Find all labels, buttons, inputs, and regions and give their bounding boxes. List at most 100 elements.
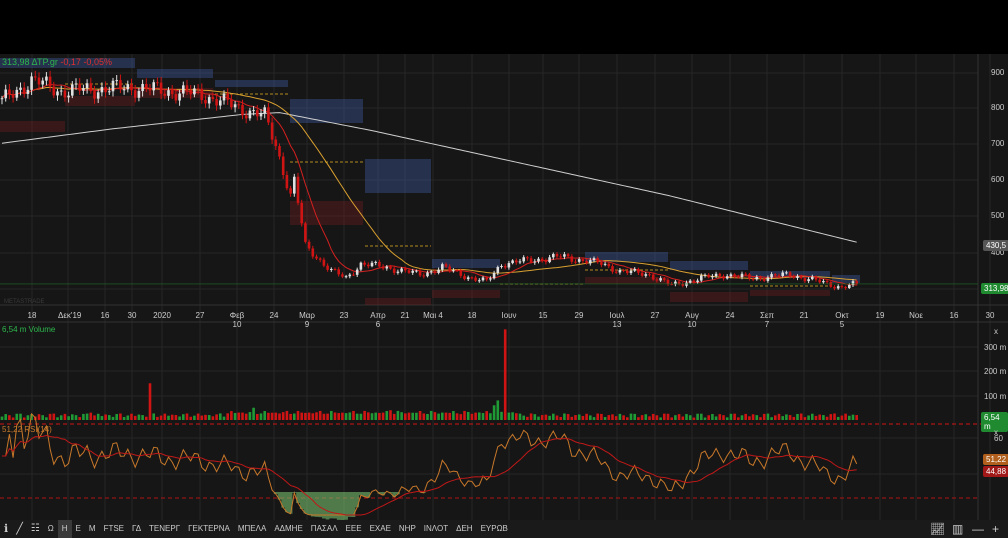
draw-line-icon[interactable]: ╱	[12, 520, 27, 538]
volume-bar	[230, 411, 233, 420]
candle-body	[341, 274, 344, 277]
volume-bar	[163, 413, 167, 420]
toolbar-symbol-15[interactable]: ΔΕΗ	[452, 520, 476, 538]
date-axis-label: 27	[195, 311, 205, 320]
toolbar-symbol-16[interactable]: ΕΥΡΩΒ	[477, 520, 512, 538]
bar-chart-icon[interactable]: ▥	[952, 520, 963, 538]
volume-bar	[170, 414, 174, 420]
candle-body	[330, 269, 333, 271]
toolbar-symbol-8[interactable]: ΜΠΕΛΑ	[234, 520, 270, 538]
candle-body	[237, 104, 241, 106]
candle-body	[19, 87, 22, 90]
toolbar-symbol-12[interactable]: ΕΧΑΕ	[366, 520, 395, 538]
toolbar-symbol-1[interactable]: Η	[57, 520, 72, 538]
volume-bar	[674, 415, 677, 420]
volume-bar	[363, 410, 366, 420]
volume-bar	[666, 413, 670, 420]
candle-body	[518, 261, 522, 263]
rsi-axis-60: 60	[994, 434, 1003, 443]
volume-bar	[740, 415, 744, 420]
candle-body	[233, 104, 237, 108]
volume-bar	[655, 415, 659, 420]
toolbar-symbol-2[interactable]: Ε	[72, 520, 85, 538]
toolbar-symbol-7[interactable]: ΓΕΚΤΕΡΝΑ	[184, 520, 234, 538]
volume-bar	[518, 413, 522, 420]
volume-bar	[622, 415, 625, 420]
info-icon[interactable]: ℹ	[0, 520, 12, 538]
volume-bar	[607, 415, 611, 420]
chart-canvas[interactable]	[0, 0, 1008, 520]
volume-bar	[533, 414, 537, 420]
toolbar-symbol-4[interactable]: FTSE	[100, 520, 128, 538]
indicators-icon[interactable]: ☷	[27, 520, 44, 538]
toolbar-symbol-9[interactable]: ΑΔΜΗΕ	[270, 520, 306, 538]
toolbar-symbol-10[interactable]: ΠΑΣΑΛ	[307, 520, 342, 538]
candle-body	[52, 86, 56, 96]
rsi-line	[2, 412, 858, 516]
toolbar-symbol-13[interactable]: ΝΗΡ	[395, 520, 420, 538]
close-volume-pane-icon[interactable]: x	[994, 327, 998, 336]
candle-body	[367, 264, 370, 267]
chart-type-icon[interactable]: 📈︎	[930, 520, 945, 538]
symbol-header: 313,98 ΔΤΡ.gr -0,17 -0,05%	[2, 57, 112, 67]
candle-body	[137, 91, 141, 98]
volume-bar	[96, 413, 100, 420]
volume-bar	[226, 413, 229, 420]
candle-body	[781, 272, 784, 276]
toolbar-symbol-6[interactable]: ΤΕΝΕΡΓ	[145, 520, 184, 538]
candle-body	[511, 260, 514, 264]
candle-body	[293, 176, 296, 194]
date-axis-label: 23	[339, 311, 349, 320]
volume-bar	[359, 413, 363, 420]
zoom-in-icon[interactable]: +	[992, 520, 999, 538]
volume-bar	[11, 417, 15, 420]
toolbar-symbol-0[interactable]: Ω	[44, 520, 58, 538]
candle-body	[126, 84, 130, 90]
candle-body	[792, 276, 796, 278]
volume-bar	[396, 410, 400, 420]
toolbar-symbol-11[interactable]: ΕΕΕ	[342, 520, 366, 538]
volume-bar	[799, 413, 803, 420]
volume-bar	[156, 416, 159, 420]
volume-bar	[56, 417, 59, 420]
toolbar-symbol-5[interactable]: ΓΔ	[128, 520, 145, 538]
volume-bar	[492, 405, 496, 420]
volume-bar	[651, 413, 655, 420]
candle-body	[48, 76, 52, 87]
date-axis-label: Ιουν	[501, 311, 517, 320]
volume-bar	[204, 414, 207, 420]
volume-bar	[381, 412, 385, 420]
volume-bar	[215, 414, 218, 420]
volume-bar	[174, 415, 178, 420]
candle-body	[748, 274, 751, 279]
volume-bar	[207, 415, 211, 420]
candle-body	[141, 83, 144, 92]
volume-bar	[592, 417, 596, 420]
volume-bar	[459, 414, 463, 420]
candle-body	[729, 274, 733, 277]
volume-bar	[133, 415, 137, 420]
candle-body	[589, 260, 592, 264]
zoom-out-icon[interactable]: —	[972, 520, 984, 538]
candle-body	[596, 258, 599, 263]
volume-bar	[596, 413, 599, 420]
date-axis-label: Μαι 4	[423, 311, 443, 320]
volume-bar	[85, 413, 89, 420]
candle-body	[544, 260, 548, 263]
toolbar-symbol-14[interactable]: ΙΝΛΟΤ	[420, 520, 452, 538]
candle-body	[415, 270, 418, 272]
candle-body	[618, 269, 622, 273]
candle-body	[574, 261, 577, 263]
candle-body	[145, 83, 148, 89]
candle-body	[533, 261, 537, 263]
volume-bar	[370, 413, 374, 420]
candle-body	[337, 269, 340, 275]
date-axis-label: 30	[127, 311, 137, 320]
volume-bar	[618, 413, 622, 420]
candle-body	[400, 268, 403, 272]
candle-body	[644, 274, 648, 276]
volume-bar	[600, 413, 603, 420]
volume-bar	[755, 415, 759, 420]
toolbar-symbol-3[interactable]: Μ	[85, 520, 100, 538]
candle-body	[130, 84, 133, 91]
